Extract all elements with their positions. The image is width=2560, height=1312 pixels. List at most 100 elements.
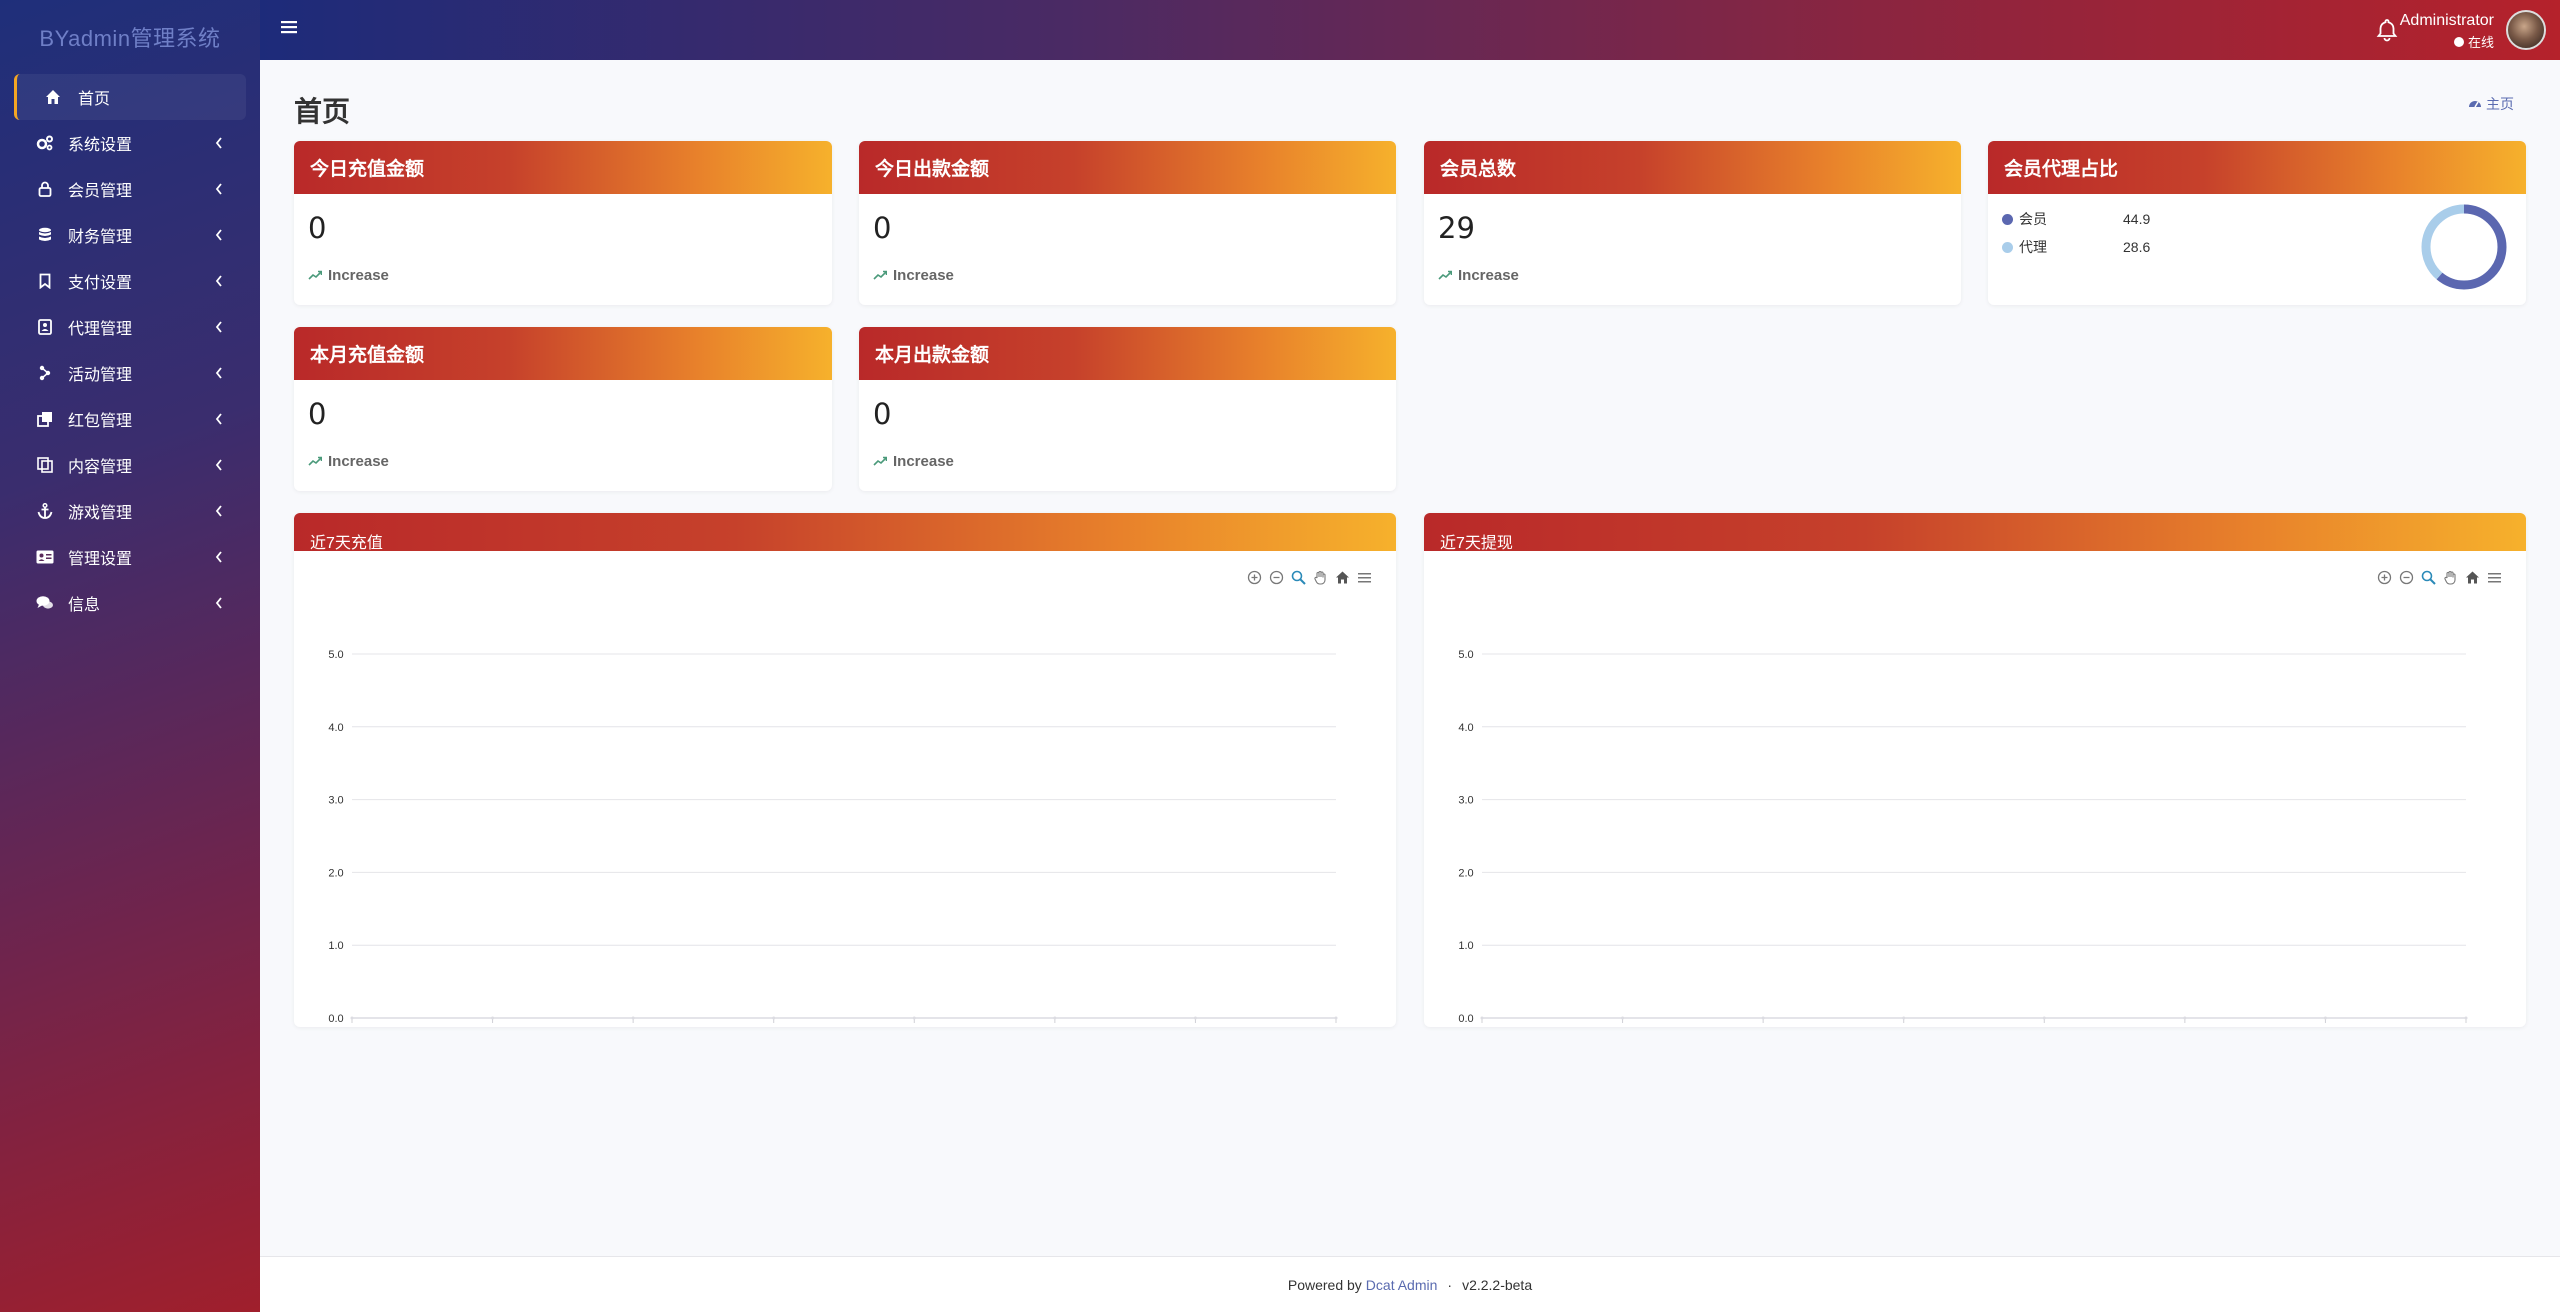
sidebar-item-payment-settings[interactable]: 支付设置 — [0, 258, 260, 304]
data-point[interactable] — [772, 1016, 776, 1020]
data-point[interactable] — [2183, 1016, 2187, 1020]
sidebar-item-label: 支付设置 — [68, 275, 133, 292]
reset-home-icon[interactable] — [1334, 569, 1350, 585]
sidebar-item-label: 会员管理 — [68, 183, 133, 200]
chevron-left-icon — [214, 596, 224, 610]
sidebar-item-label: 管理设置 — [68, 551, 133, 568]
card-title: 会员代理占比 — [1988, 141, 2526, 194]
trend-label: Increase — [328, 453, 389, 470]
chevron-left-icon — [214, 320, 224, 334]
user-name[interactable]: Administrator — [2400, 12, 2494, 30]
sidebar-item-system-settings[interactable]: 系统设置 — [0, 120, 260, 166]
data-point[interactable] — [1621, 1016, 1625, 1020]
y-tick-label: 4.0 — [328, 722, 343, 734]
contact-card-icon — [36, 318, 54, 336]
pan-hand-icon[interactable] — [2442, 569, 2458, 585]
data-point[interactable] — [1902, 1016, 1906, 1020]
sidebar-item-red-packet-management[interactable]: 红包管理 — [0, 396, 260, 442]
bookmark-icon — [36, 272, 54, 290]
y-tick-label: 2.0 — [328, 867, 343, 879]
sidebar-item-home[interactable]: 首页 — [14, 74, 246, 120]
lock-icon — [36, 180, 54, 198]
sidebar-item-label: 活动管理 — [68, 367, 133, 384]
legend-item-agent: 代理 28.6 — [2002, 237, 2150, 257]
legend-label: 会员 — [2019, 211, 2047, 227]
avatar[interactable] — [2506, 10, 2546, 50]
legend-value: 28.6 — [2123, 239, 2151, 255]
chevron-left-icon — [214, 550, 224, 564]
stat-card-today-recharge: 今日充值金额 0 Increase — [294, 141, 832, 305]
breadcrumb[interactable]: 主页 — [2468, 94, 2514, 114]
trending-up-icon — [1438, 267, 1453, 284]
trending-up-icon — [308, 267, 323, 284]
sidebar-item-messages[interactable]: 信息 — [0, 580, 260, 626]
zoom-out-icon[interactable] — [2398, 569, 2414, 585]
user-status-label: 在线 — [2467, 35, 2494, 50]
chevron-left-icon — [214, 274, 224, 288]
chevron-left-icon — [214, 458, 224, 472]
trending-up-icon — [873, 267, 888, 284]
y-tick-label: 5.0 — [328, 649, 343, 661]
menu-toggle-icon[interactable] — [280, 18, 302, 40]
page-title: 首页 — [294, 95, 351, 128]
data-point[interactable] — [2042, 1016, 2046, 1020]
home-icon — [44, 88, 62, 106]
sidebar-item-member-management[interactable]: 会员管理 — [0, 166, 260, 212]
sidebar-item-finance-management[interactable]: 财务管理 — [0, 212, 260, 258]
y-tick-label: 1.0 — [328, 940, 343, 952]
selection-zoom-icon[interactable] — [2420, 569, 2436, 585]
sidebar-item-admin-settings[interactable]: 管理设置 — [0, 534, 260, 580]
card-value: 29 — [1438, 211, 1475, 245]
data-point[interactable] — [1334, 1016, 1338, 1020]
chevron-left-icon — [214, 504, 224, 518]
data-point[interactable] — [2323, 1016, 2327, 1020]
data-point[interactable] — [1053, 1016, 1057, 1020]
card-value: 0 — [873, 211, 892, 245]
card-title: 会员总数 — [1424, 141, 1961, 194]
data-point[interactable] — [350, 1016, 354, 1020]
data-point[interactable] — [631, 1016, 635, 1020]
chevron-left-icon — [214, 136, 224, 150]
menu-icon[interactable] — [2486, 569, 2502, 585]
sidebar-item-agent-management[interactable]: 代理管理 — [0, 304, 260, 350]
card-trend: Increase — [308, 267, 389, 284]
trend-label: Increase — [1458, 267, 1519, 284]
sidebar-item-label: 首页 — [78, 91, 111, 108]
reset-home-icon[interactable] — [2464, 569, 2480, 585]
sidebar-item-content-management[interactable]: 内容管理 — [0, 442, 260, 488]
zoom-in-icon[interactable] — [1246, 569, 1262, 585]
breadcrumb-home-link[interactable]: 主页 — [2486, 94, 2514, 114]
pan-hand-icon[interactable] — [1312, 569, 1328, 585]
notification-bell-icon[interactable] — [2376, 18, 2400, 42]
card-title: 本月出款金额 — [859, 327, 1396, 380]
copy-icon — [36, 456, 54, 474]
data-point[interactable] — [2464, 1016, 2468, 1020]
zoom-in-icon[interactable] — [2376, 569, 2392, 585]
database-icon — [36, 226, 54, 244]
selection-zoom-icon[interactable] — [1290, 569, 1306, 585]
sidebar-item-game-management[interactable]: 游戏管理 — [0, 488, 260, 534]
stat-card-member-agent-ratio: 会员代理占比 会员 44.9 代理 28.6 — [1988, 141, 2526, 305]
legend-dot — [2002, 241, 2013, 253]
menu-icon[interactable] — [1356, 569, 1372, 585]
stat-card-today-withdraw: 今日出款金额 0 Increase — [859, 141, 1396, 305]
user-status: 在线 — [2453, 32, 2494, 51]
y-tick-label: 0.0 — [328, 1013, 343, 1025]
footer-powered-by: Powered by — [1287, 1276, 1362, 1293]
data-point[interactable] — [912, 1016, 916, 1020]
anchor-icon — [36, 502, 54, 520]
brand-logo[interactable]: BYadmin管理系统 — [0, 0, 260, 74]
data-point[interactable] — [1480, 1016, 1484, 1020]
footer-dcat-admin-link[interactable]: Dcat Admin — [1366, 1277, 1438, 1293]
y-tick-label: 4.0 — [1458, 722, 1473, 734]
data-point[interactable] — [1193, 1016, 1197, 1020]
sidebar-item-activity-management[interactable]: 活动管理 — [0, 350, 260, 396]
trend-label: Increase — [328, 267, 389, 284]
donut-chart — [2421, 204, 2507, 290]
chart-card-withdraw-7days: 近7天提现 0.01.02.03.04.05.005-0405-0505-060… — [1424, 513, 2526, 1027]
data-point[interactable] — [1761, 1016, 1765, 1020]
data-point[interactable] — [491, 1016, 495, 1020]
zoom-out-icon[interactable] — [1268, 569, 1284, 585]
sidebar: BYadmin管理系统 首页 系统设置 会员管理 财务管理 支付设置 代理管理 … — [0, 0, 260, 1312]
sidebar-item-label: 红包管理 — [68, 413, 133, 430]
